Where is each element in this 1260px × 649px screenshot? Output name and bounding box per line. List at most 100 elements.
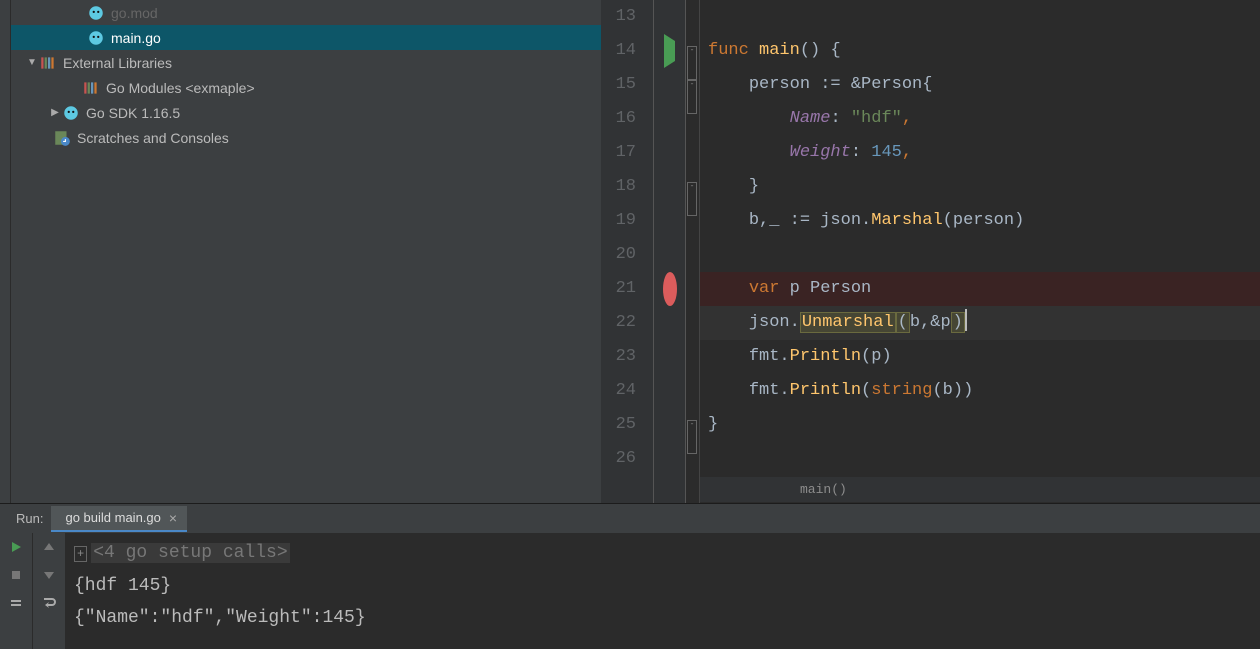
tree-item-label: main.go — [111, 30, 161, 46]
tree-item[interactable]: Scratches and Consoles — [11, 125, 601, 150]
gutter-cell[interactable] — [654, 34, 685, 68]
fold-cell[interactable]: - — [686, 34, 699, 68]
layout-button[interactable] — [0, 589, 32, 617]
sc-icon — [53, 129, 71, 147]
gutter-cell[interactable] — [654, 0, 685, 34]
line-number: 23 — [601, 340, 636, 374]
run-controls-left — [0, 533, 33, 649]
gutter-cell[interactable] — [654, 374, 685, 408]
go-icon — [87, 4, 105, 22]
code-line[interactable] — [700, 238, 1260, 272]
gutter-cell[interactable] — [654, 306, 685, 340]
tree-item[interactable]: External Libraries — [11, 50, 601, 75]
fold-cell[interactable] — [686, 442, 699, 476]
tree-item[interactable]: go.mod — [11, 0, 601, 25]
code-line[interactable] — [700, 0, 1260, 34]
tree-item-label: go.mod — [111, 5, 158, 21]
line-number: 21 — [601, 272, 636, 306]
gutter-cell[interactable] — [654, 442, 685, 476]
gutter-cell[interactable] — [654, 340, 685, 374]
app-root: go.mod main.go External Libraries Go Module… — [0, 0, 1260, 649]
line-number: 25 — [601, 408, 636, 442]
code-line[interactable] — [700, 442, 1260, 476]
fold-cell[interactable]: - — [686, 68, 699, 102]
tree-item-label: Go Modules <exmaple> — [106, 80, 255, 96]
fold-cell[interactable] — [686, 272, 699, 306]
fold-cell[interactable] — [686, 238, 699, 272]
gutter-markers[interactable] — [654, 0, 686, 503]
code-area[interactable]: func main() { person := &Person{ Name: "… — [700, 0, 1260, 503]
breakpoint-icon[interactable] — [663, 272, 677, 306]
line-number: 17 — [601, 136, 636, 170]
tree-item[interactable]: Go Modules <exmaple> — [11, 75, 601, 100]
code-line[interactable]: person := &Person{ — [700, 68, 1260, 102]
arrow-icon[interactable] — [25, 57, 39, 68]
stop-button[interactable] — [0, 561, 32, 589]
fold-cell[interactable] — [686, 0, 699, 34]
run-controls-nav — [33, 533, 66, 649]
lib-icon — [82, 79, 100, 97]
run-body: +<4 go setup calls> {hdf 145} {"Name":"h… — [0, 533, 1260, 649]
fold-cell[interactable]: - — [686, 408, 699, 442]
line-number: 14 — [601, 34, 636, 68]
line-number: 20 — [601, 238, 636, 272]
fold-cell[interactable] — [686, 102, 699, 136]
gutter-cell[interactable] — [654, 102, 685, 136]
line-number: 13 — [601, 0, 636, 34]
run-tab[interactable]: go build main.go × — [51, 506, 187, 532]
line-number: 15 — [601, 68, 636, 102]
text-cursor — [965, 309, 967, 331]
gutter-cell[interactable] — [654, 204, 685, 238]
fold-cell[interactable]: - — [686, 170, 699, 204]
tree-item-label: External Libraries — [63, 55, 172, 71]
tree-item[interactable]: Go SDK 1.16.5 — [11, 100, 601, 125]
run-icon[interactable] — [664, 34, 675, 68]
fold-cell[interactable] — [686, 204, 699, 238]
gutter-cell[interactable] — [654, 170, 685, 204]
down-button[interactable] — [33, 561, 65, 589]
breadcrumb[interactable]: main() — [700, 476, 1260, 502]
code-line[interactable]: b,_ := json.Marshal(person) — [700, 204, 1260, 238]
line-number: 19 — [601, 204, 636, 238]
wrap-button[interactable] — [33, 589, 65, 617]
arrow-icon[interactable] — [48, 107, 62, 118]
gutter-cell[interactable] — [654, 408, 685, 442]
editor[interactable]: 1314151617181920212223242526 ---- func m… — [601, 0, 1260, 503]
fold-cell[interactable] — [686, 136, 699, 170]
code-line[interactable]: Weight: 145, — [700, 136, 1260, 170]
gutter: 1314151617181920212223242526 ---- — [601, 0, 700, 503]
console-line: +<4 go setup calls> — [74, 537, 1260, 570]
gutter-cell[interactable] — [654, 136, 685, 170]
line-number: 22 — [601, 306, 636, 340]
console-line: {hdf 145} — [74, 570, 1260, 602]
code-line[interactable]: fmt.Println(p) — [700, 340, 1260, 374]
tool-window-strip[interactable] — [0, 0, 11, 503]
run-label: Run: — [0, 511, 51, 526]
fold-cell[interactable] — [686, 306, 699, 340]
go-icon — [87, 29, 105, 47]
gutter-cell[interactable] — [654, 68, 685, 102]
fold-cell[interactable] — [686, 374, 699, 408]
go-icon — [62, 104, 80, 122]
code-line[interactable]: fmt.Println(string(b)) — [700, 374, 1260, 408]
code-line[interactable]: } — [700, 408, 1260, 442]
up-button[interactable] — [33, 533, 65, 561]
code-line[interactable]: func main() { — [700, 34, 1260, 68]
code-line[interactable]: Name: "hdf", — [700, 102, 1260, 136]
console-output[interactable]: +<4 go setup calls> {hdf 145} {"Name":"h… — [66, 533, 1260, 649]
tree-item[interactable]: main.go — [11, 25, 601, 50]
gutter-cell[interactable] — [654, 272, 685, 306]
code-line[interactable]: } — [700, 170, 1260, 204]
project-tree[interactable]: go.mod main.go External Libraries Go Module… — [11, 0, 601, 503]
close-icon[interactable]: × — [167, 510, 179, 526]
code-line-breakpoint[interactable]: var p Person — [700, 272, 1260, 306]
rerun-button[interactable] — [0, 533, 32, 561]
expand-icon[interactable]: + — [74, 546, 87, 562]
fold-column[interactable]: ---- — [686, 0, 700, 503]
tree-item-label: Scratches and Consoles — [77, 130, 229, 146]
gutter-cell[interactable] — [654, 238, 685, 272]
fold-cell[interactable] — [686, 340, 699, 374]
main-area: go.mod main.go External Libraries Go Module… — [0, 0, 1260, 503]
code-line-current[interactable]: json.Unmarshal(b,&p) — [700, 306, 1260, 340]
run-tab-label: go build main.go — [65, 510, 160, 525]
